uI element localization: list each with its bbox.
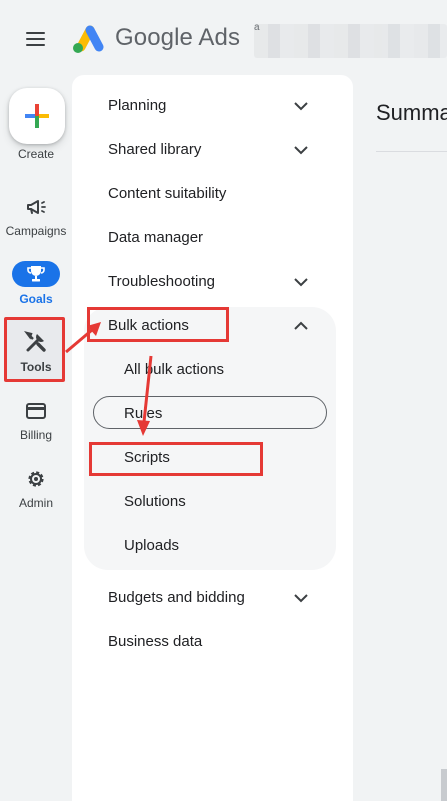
scripts-annotation-box [89,442,263,476]
tools-menu-panel: Planning Shared library Content suitabil… [72,75,353,801]
create-button[interactable] [9,88,65,144]
chevron-down-icon[interactable] [292,97,310,115]
menu-item-shared-library[interactable]: Shared library [108,141,201,158]
rail-label-goals[interactable]: Goals [0,292,72,306]
rail-label-admin[interactable]: Admin [0,496,72,510]
hamburger-line [26,44,45,46]
gear-icon[interactable] [24,467,48,491]
credit-card-icon[interactable] [24,399,48,423]
megaphone-icon[interactable] [24,195,48,219]
chevron-down-icon[interactable] [292,273,310,291]
plus-icon [25,104,49,128]
rail-label-tools[interactable]: Tools [0,360,72,374]
trophy-icon [27,266,45,282]
menu-item-budgets-and-bidding[interactable]: Budgets and bidding [108,589,245,606]
submenu-item-solutions[interactable]: Solutions [124,493,186,510]
main-menu-button[interactable] [24,29,48,49]
chevron-down-icon[interactable] [292,141,310,159]
scrollbar-thumb[interactable] [441,769,447,801]
account-fragment: a [254,22,260,33]
google-ads-logo-icon[interactable] [71,24,105,54]
menu-item-content-suitability[interactable]: Content suitability [108,185,226,202]
submenu-item-all-bulk-actions[interactable]: All bulk actions [124,361,224,378]
top-bar: Google Ads a [0,0,447,78]
menu-item-troubleshooting[interactable]: Troubleshooting [108,273,215,290]
page-title: Summa [376,100,447,125]
hamburger-line [26,32,45,34]
submenu-item-uploads[interactable]: Uploads [124,537,179,554]
menu-item-data-manager[interactable]: Data manager [108,229,203,246]
app-name: Google Ads [115,24,241,51]
title-divider [376,151,447,152]
bulk-actions-annotation-box [87,307,229,342]
rail-label-campaigns[interactable]: Campaigns [0,224,72,238]
account-name-blurred[interactable]: a [254,22,447,58]
create-label: Create [17,147,55,161]
chevron-down-icon[interactable] [292,589,310,607]
goals-nav-button[interactable] [12,261,60,287]
navigation-rail: Create Campaigns Goals Tools Billing Adm… [0,78,72,801]
tools-icon[interactable] [24,330,48,354]
hamburger-line [26,38,45,40]
bulk-actions-group [84,307,336,570]
rail-label-billing[interactable]: Billing [0,428,72,442]
menu-item-business-data[interactable]: Business data [108,633,202,650]
menu-item-planning[interactable]: Planning [108,97,166,114]
chevron-up-icon[interactable] [292,317,310,335]
submenu-item-rules[interactable]: Rules [124,405,162,422]
